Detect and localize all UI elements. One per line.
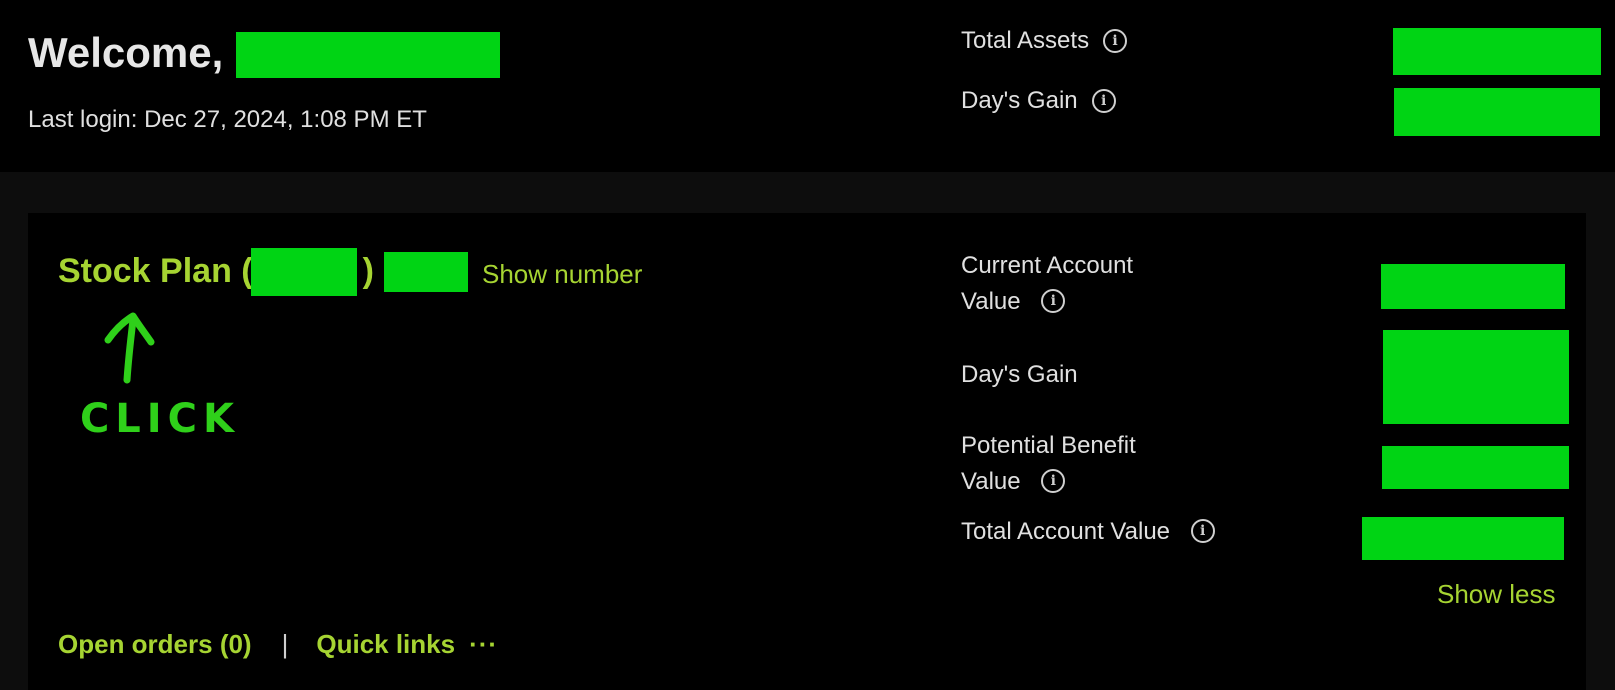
current-account-value-line1: Current Account [961,252,1134,279]
click-annotation-text: CLICK [80,396,240,440]
account-summary-header: Welcome, Last login: Dec 27, 2024, 1:08 … [0,0,1615,172]
info-icon[interactable]: i [1190,518,1215,543]
click-annotation-drawing: CLICK [80,312,240,440]
total-account-value-label-row: Total Account Value i [961,514,1215,550]
last-login-text: Last login: Dec 27, 2024, 1:08 PM ET [28,106,427,133]
potential-benefit-value-label: Potential Benefit Value i [961,428,1136,500]
welcome-heading: Welcome, [28,29,224,76]
total-assets-label: Total Assets [961,27,1090,54]
redacted-potential-benefit-value [1382,446,1569,489]
current-account-value-line2: Value [961,288,1021,315]
potential-benefit-value-line2: Value [961,468,1021,495]
redacted-card-days-gain-value [1383,330,1569,424]
redacted-plan-name [251,248,357,296]
stock-plan-title-prefix: Stock Plan ( [58,252,253,290]
redacted-current-account-value [1381,264,1565,309]
show-less-link[interactable]: Show less [1437,578,1556,610]
total-assets-label-row: Total Assets i [961,26,1128,56]
info-icon[interactable]: i [1041,288,1066,313]
redacted-account-number [384,252,468,292]
redacted-user-name [236,32,500,78]
redacted-total-assets-value [1393,28,1601,75]
open-orders-link[interactable]: Open orders (0) [58,628,252,660]
card-footer-links: Open orders (0) | Quick links ··· [58,628,498,660]
info-icon[interactable]: i [1091,89,1116,113]
quick-links-link[interactable]: Quick links [316,628,455,660]
days-gain-label: Day's Gain [961,87,1078,114]
total-account-value-label: Total Account Value [961,518,1171,545]
footer-separator: | [281,629,289,659]
redacted-days-gain-value [1394,88,1600,136]
card-days-gain-label: Day's Gain [961,361,1078,388]
dashboard-page: Welcome, Last login: Dec 27, 2024, 1:08 … [0,0,1615,690]
info-icon[interactable]: i [1041,468,1066,493]
days-gain-label-row: Day's Gain i [961,86,1116,116]
potential-benefit-value-line1: Potential Benefit [961,432,1136,459]
info-icon[interactable]: i [1103,29,1128,53]
more-horizontal-icon[interactable]: ··· [469,628,498,660]
current-account-value-label: Current Account Value i [961,248,1133,320]
show-number-link[interactable]: Show number [482,258,642,290]
redacted-total-account-value [1362,517,1564,560]
